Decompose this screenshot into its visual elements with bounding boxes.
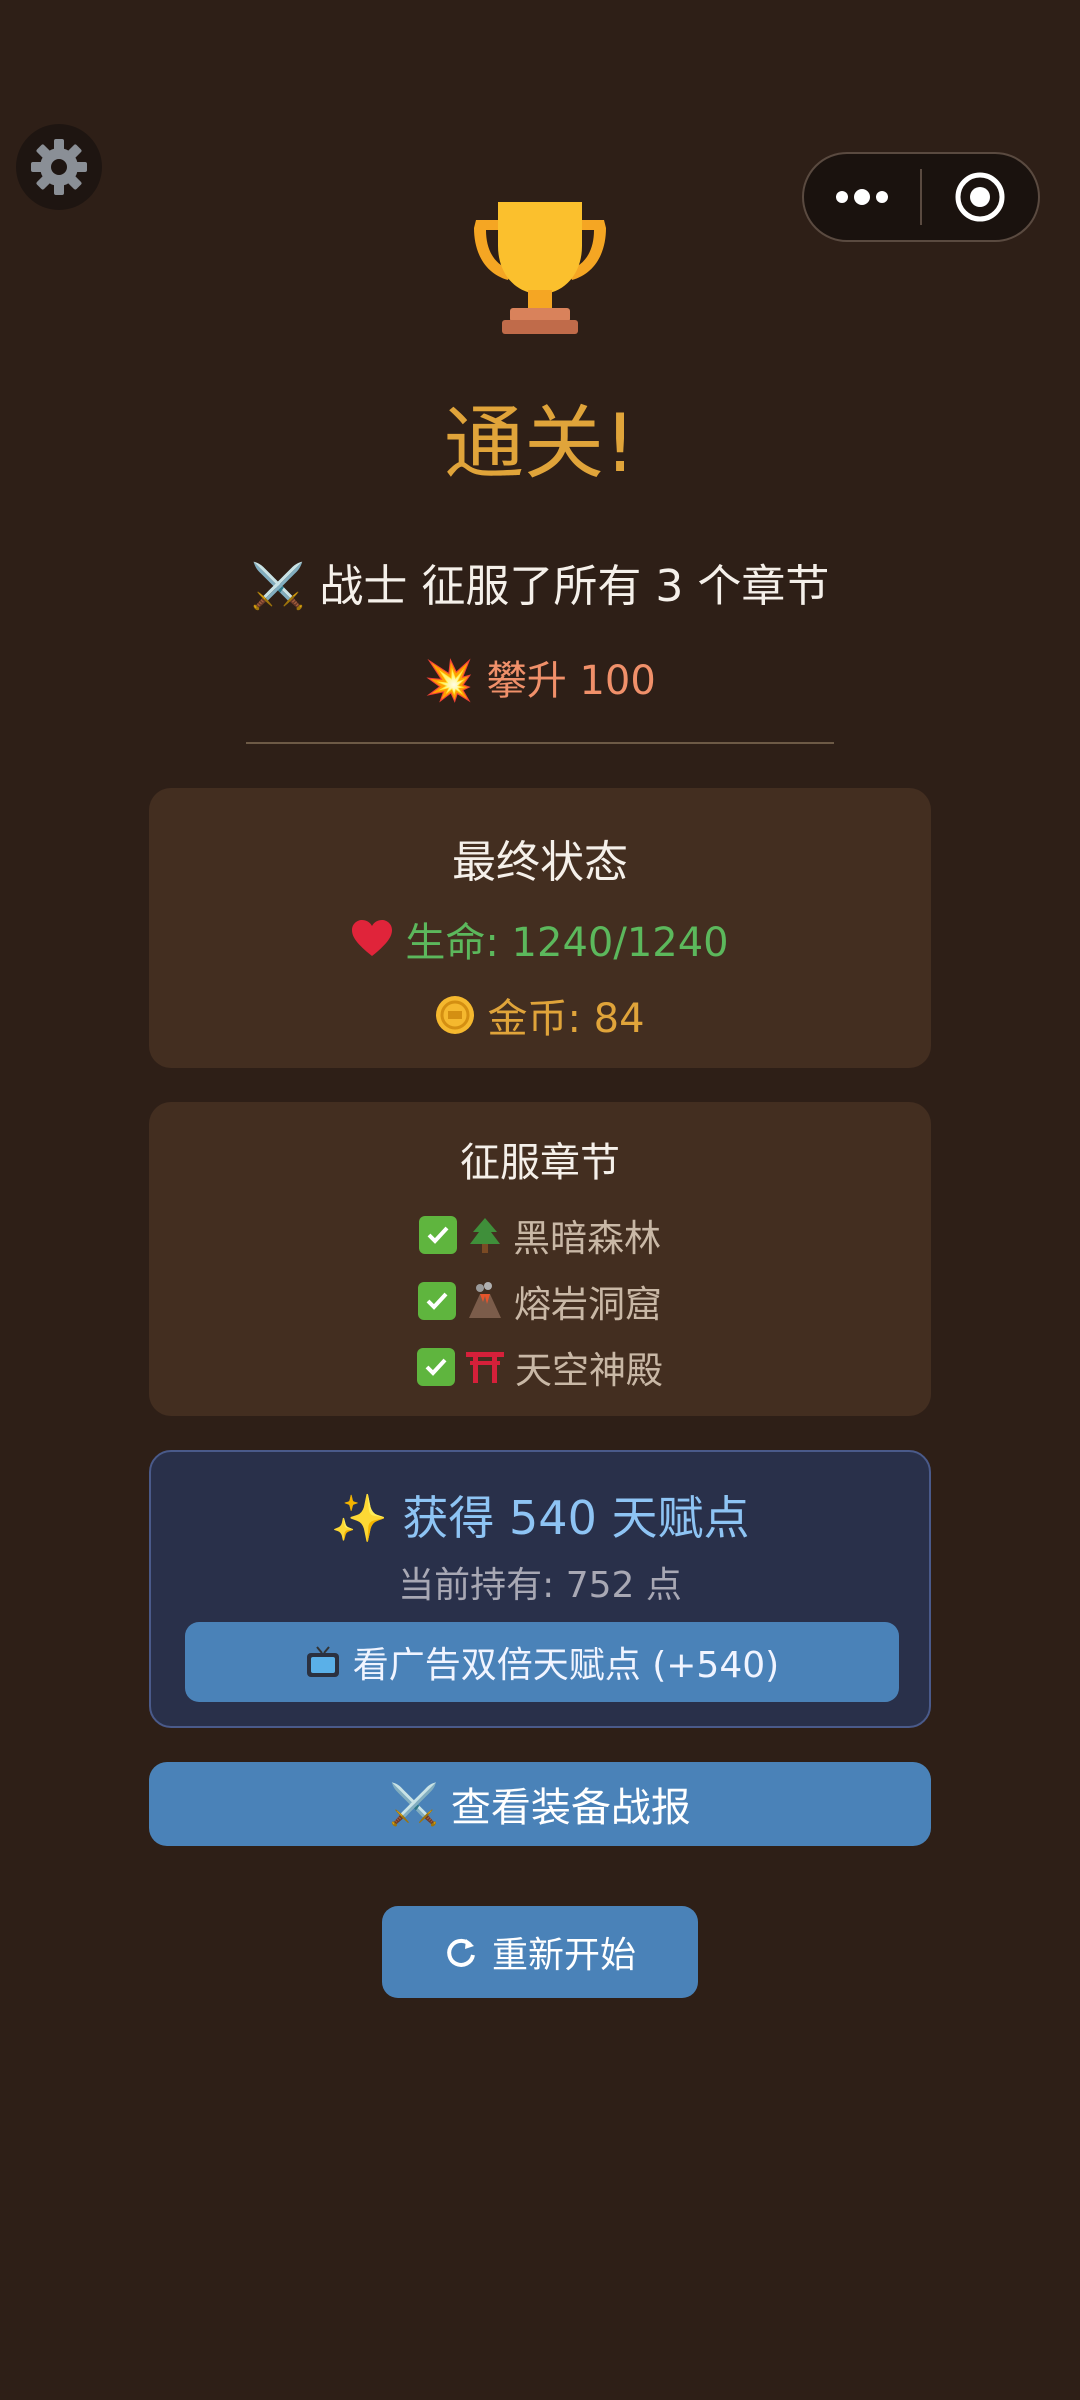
watch-ad-double-button[interactable]: 看广告双倍天赋点 (+540) <box>185 1622 899 1702</box>
check-icon <box>419 1216 457 1254</box>
heart-icon <box>352 920 393 956</box>
volcano-icon <box>469 1282 501 1318</box>
final-status-card: 最终状态 生命: 1240/1240 金币: 84 <box>149 788 931 1068</box>
hp-text: 生命: 1240/1240 <box>405 920 729 966</box>
talent-held: 当前持有: 752 点 <box>398 1565 682 1606</box>
chapter-name: 黑暗森林 <box>513 1217 661 1260</box>
tv-icon <box>306 1646 339 1677</box>
ascend-text: 攀升 100 <box>486 658 656 704</box>
target-icon <box>955 172 1005 222</box>
crossed-swords-icon: ⚔️ <box>389 1781 439 1828</box>
chapter-list: 黑暗森林 熔岩洞窟 天空神殿 <box>149 1202 931 1400</box>
more-button[interactable] <box>804 154 920 240</box>
victory-subtitle: ⚔️ 战士 征服了所有 3 个章节 <box>0 550 1080 614</box>
chapters-title: 征服章节 <box>460 1140 620 1186</box>
tree-icon <box>470 1218 500 1253</box>
gear-icon <box>31 139 87 195</box>
chapter-name: 天空神殿 <box>515 1349 663 1392</box>
page-title: 通关! <box>443 397 637 490</box>
chapters-card: 征服章节 黑暗森林 熔岩洞窟 天空神殿 <box>149 1102 931 1416</box>
gold-stat: 金币: 84 <box>149 986 931 1044</box>
equipment-report-button[interactable]: ⚔️ 查看装备战报 <box>149 1762 931 1846</box>
chapter-name: 熔岩洞窟 <box>514 1283 662 1326</box>
close-miniprogram-button[interactable] <box>922 154 1038 240</box>
chapter-item: 天空神殿 <box>149 1334 931 1400</box>
torii-icon <box>466 1352 504 1383</box>
restart-button[interactable]: 重新开始 <box>382 1906 698 1998</box>
check-icon <box>418 1282 456 1320</box>
chapter-item: 黑暗森林 <box>149 1202 931 1268</box>
divider <box>246 742 834 744</box>
restart-label: 重新开始 <box>491 1935 636 1976</box>
explosion-icon: 💥 <box>424 658 475 704</box>
miniprogram-capsule <box>802 152 1040 242</box>
equipment-report-label: 查看装备战报 <box>450 1785 691 1831</box>
watch-ad-label: 看广告双倍天赋点 (+540) <box>352 1645 780 1686</box>
refresh-icon <box>447 1938 475 1967</box>
more-dots-icon <box>836 189 888 205</box>
final-status-title: 最终状态 <box>452 837 628 888</box>
chapter-item: 熔岩洞窟 <box>149 1268 931 1334</box>
gold-text: 金币: 84 <box>487 996 645 1042</box>
trophy-icon <box>474 202 606 334</box>
coin-icon <box>436 996 475 1034</box>
talent-card: ✨ 获得 540 天赋点 当前持有: 752 点 看广告双倍天赋点 (+540) <box>149 1450 931 1728</box>
check-icon <box>417 1348 455 1386</box>
victory-subtitle-text: 战士 征服了所有 3 个章节 <box>319 561 830 612</box>
sparkles-icon: ✨ <box>330 1491 388 1545</box>
hp-stat: 生命: 1240/1240 <box>149 910 931 968</box>
settings-button[interactable] <box>16 124 102 210</box>
crossed-swords-icon: ⚔️ <box>250 561 306 612</box>
ascend-level: 💥 攀升 100 <box>0 648 1080 706</box>
talent-title: ✨ 获得 540 天赋点 <box>151 1482 929 1548</box>
talent-title-text: 获得 540 天赋点 <box>402 1491 750 1545</box>
